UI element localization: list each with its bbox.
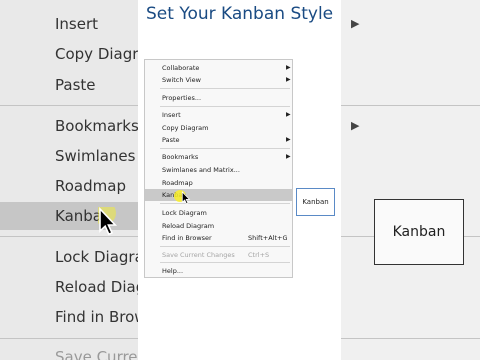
menu-item-roadmap[interactable]: Roadmap (145, 177, 292, 189)
zoomed-item-paste: Paste (55, 76, 96, 94)
menu-separator (160, 203, 290, 204)
zoomed-separator (341, 338, 480, 339)
chevron-right-icon: ▶ (286, 153, 291, 160)
menu-separator (160, 246, 290, 247)
zoomed-separator (0, 105, 138, 106)
menu-item-bookmarks[interactable]: Bookmarks ▶ (145, 151, 292, 163)
menu-item-label: Roadmap (162, 179, 193, 187)
main-panel: Set Your Kanban Style Collaborate ▶ Swit… (138, 0, 341, 360)
menu-separator (160, 106, 290, 107)
menu-item-swimlanes-and-matrix[interactable]: Swimlanes and Matrix... (145, 164, 292, 176)
zoomed-item-lock-diagram: Lock Diagra (55, 248, 138, 266)
zoomed-separator (0, 338, 138, 339)
menu-item-label: Find in Browser (162, 234, 212, 242)
menu-item-collaborate[interactable]: Collaborate ▶ (145, 62, 292, 74)
menu-separator (160, 262, 290, 263)
menu-item-label: Paste (162, 136, 180, 144)
menu-item-label: Bookmarks (162, 153, 199, 161)
chevron-right-icon: ▶ (286, 64, 291, 71)
zoomed-item-find-in-browser: Find in Brow (55, 308, 138, 326)
menu-item-kanban[interactable]: Kanban (145, 189, 292, 201)
menu-separator (160, 88, 290, 89)
menu-item-reload-diagram[interactable]: Reload Diagram (145, 220, 292, 232)
menu-item-copy-diagram[interactable]: Copy Diagram (145, 122, 292, 134)
chevron-right-icon: ▶ (286, 76, 291, 83)
zoomed-item-kanban: Kanba (55, 207, 102, 225)
menu-item-paste[interactable]: Paste ▶ (145, 134, 292, 146)
zoomed-menu-left: Insert Copy Diagra Paste Bookmarks Swiml… (0, 0, 138, 360)
zoomed-item-reload-diagram: Reload Diagr (55, 278, 138, 296)
chevron-right-icon: ▶ (351, 17, 360, 30)
shortcut-label: Ctrl+S (248, 251, 270, 259)
menu-separator (160, 148, 290, 149)
zoomed-item-bookmarks: Bookmarks (55, 117, 138, 135)
menu-item-label: Collaborate (162, 64, 200, 72)
menu-item-label: Insert (162, 111, 181, 119)
zoomed-cursor-icon (98, 207, 118, 236)
menu-item-label: Properties... (162, 94, 202, 102)
menu-item-label: Swimlanes and Matrix... (162, 166, 240, 174)
kanban-preview: Kanban (296, 188, 335, 216)
page-title: Set Your Kanban Style (146, 4, 334, 24)
screen: Insert Copy Diagra Paste Bookmarks Swiml… (0, 0, 480, 360)
menu-item-label: Lock Diagram (162, 209, 207, 217)
chevron-right-icon: ▶ (351, 119, 360, 132)
chevron-right-icon: ▶ (286, 111, 291, 118)
zoomed-item-copy-diagram: Copy Diagra (55, 45, 138, 63)
menu-item-label: Help... (162, 267, 184, 275)
menu-item-label: Reload Diagram (162, 222, 215, 230)
menu-item-properties[interactable]: Properties... (145, 92, 292, 104)
shortcut-label: Shift+Alt+G (248, 234, 288, 242)
menu-item-save-current-changes: Save Current Changes Ctrl+S (145, 249, 292, 261)
menu-item-switch-view[interactable]: Switch View ▶ (145, 74, 292, 86)
menu-item-lock-diagram[interactable]: Lock Diagram (145, 207, 292, 219)
zoomed-menu-right: ▶ ▶ Kanban (341, 0, 480, 360)
zoomed-item-swimlanes: Swimlanes a (55, 147, 138, 165)
menu-item-find-in-browser[interactable]: Find in Browser Shift+Alt+G (145, 232, 292, 244)
menu-item-label: Save Current Changes (162, 251, 235, 259)
menu-item-label: Switch View (162, 76, 201, 84)
menu-item-insert[interactable]: Insert ▶ (145, 109, 292, 121)
zoomed-separator (341, 105, 480, 106)
zoomed-item-save-current: Save Curren (55, 348, 138, 360)
menu-item-help[interactable]: Help... (145, 265, 292, 277)
menu-item-label: Copy Diagram (162, 124, 209, 132)
context-menu: Collaborate ▶ Switch View ▶ Properties..… (144, 59, 293, 278)
zoomed-item-insert: Insert (55, 15, 99, 33)
mouse-cursor-icon (181, 191, 191, 205)
zoomed-item-roadmap: Roadmap (55, 177, 126, 195)
zoomed-kanban-preview: Kanban (374, 199, 464, 265)
chevron-right-icon: ▶ (286, 136, 291, 143)
